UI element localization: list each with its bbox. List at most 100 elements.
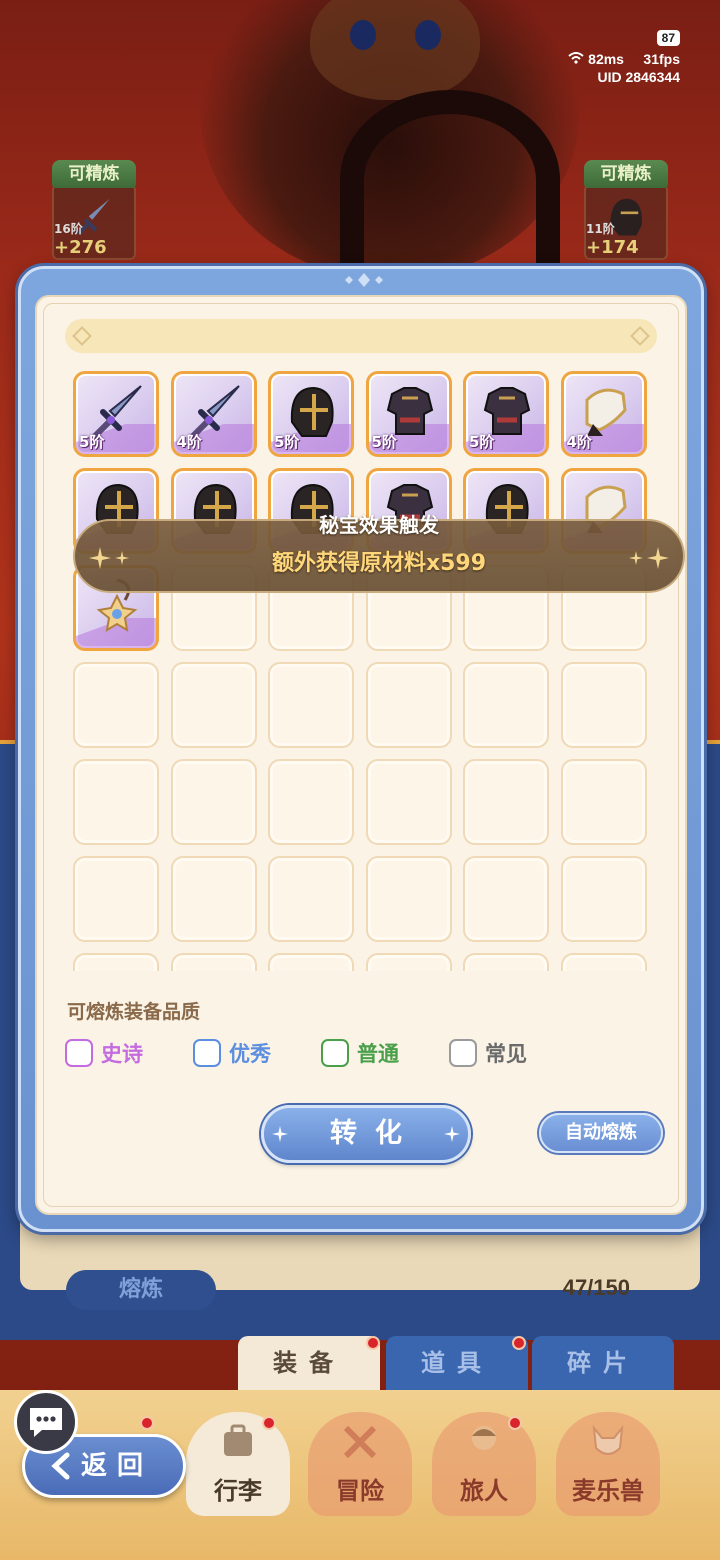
empty-slot[interactable] bbox=[463, 759, 549, 845]
notification-dot bbox=[508, 1416, 522, 1430]
sparkle-icon bbox=[647, 547, 669, 569]
empty-slot[interactable] bbox=[365, 856, 452, 942]
empty-slot[interactable] bbox=[560, 856, 647, 942]
back-label: 返回 bbox=[81, 1451, 154, 1481]
uid-label: UID bbox=[597, 69, 622, 85]
toast-message: 额外获得原材料x599 bbox=[271, 551, 487, 576]
empty-slot[interactable] bbox=[73, 856, 159, 942]
empty-slot[interactable] bbox=[365, 662, 452, 748]
sparkle-icon bbox=[444, 1126, 460, 1142]
sparkle-icon bbox=[629, 551, 643, 565]
notification-dot bbox=[262, 1416, 276, 1430]
nav-pets[interactable]: 麦乐兽 bbox=[556, 1412, 660, 1516]
empty-slot[interactable] bbox=[365, 953, 452, 971]
crossed-swords-icon bbox=[343, 1425, 377, 1459]
refine-card-helmet[interactable]: 可精炼 11阶 +174 bbox=[584, 160, 668, 260]
empty-slot[interactable] bbox=[170, 953, 257, 971]
item-tier: 5阶 bbox=[274, 433, 300, 451]
chat-button[interactable] bbox=[14, 1390, 78, 1454]
empty-slot[interactable] bbox=[268, 759, 354, 845]
item-tier: 5阶 bbox=[371, 433, 397, 451]
empty-slot[interactable] bbox=[73, 953, 159, 971]
empty-slot[interactable] bbox=[73, 759, 159, 845]
quality-checkbox-common[interactable]: 常见 bbox=[449, 1037, 527, 1069]
equipment-slot[interactable]: 5阶 bbox=[268, 371, 354, 457]
wifi-icon bbox=[568, 51, 588, 67]
empty-slot[interactable] bbox=[560, 759, 647, 845]
refine-tier: 11阶 bbox=[586, 222, 615, 236]
empty-slot[interactable] bbox=[268, 856, 354, 942]
empty-slot[interactable] bbox=[463, 953, 549, 971]
subtab-items[interactable]: 道具 bbox=[386, 1336, 528, 1390]
nav-travelers[interactable]: 旅人 bbox=[432, 1412, 536, 1516]
subtab-equipment[interactable]: 装备 bbox=[238, 1336, 380, 1390]
empty-slot[interactable] bbox=[268, 662, 354, 748]
notification-dot bbox=[140, 1416, 154, 1430]
quality-checkbox-epic[interactable]: 史诗 bbox=[65, 1037, 143, 1069]
uid-value: 2846344 bbox=[625, 69, 680, 85]
hero-portrait bbox=[200, 0, 580, 280]
item-tier: 5阶 bbox=[469, 433, 495, 451]
refine-tier: 16阶 bbox=[54, 222, 83, 236]
notification-dot bbox=[366, 1336, 380, 1350]
quality-label: 优秀 bbox=[229, 1042, 271, 1066]
empty-slot[interactable] bbox=[365, 759, 452, 845]
quality-label: 常见 bbox=[485, 1042, 527, 1066]
empty-slot[interactable] bbox=[73, 662, 159, 748]
back-arrow-icon bbox=[51, 1452, 70, 1480]
inventory-subtabs: 装备 道具 碎片 bbox=[238, 1336, 678, 1390]
auto-smelt-button[interactable]: 自动熔炼 bbox=[539, 1113, 663, 1153]
empty-slot[interactable] bbox=[463, 662, 549, 748]
character-icon bbox=[472, 1426, 496, 1450]
empty-slot[interactable] bbox=[170, 759, 257, 845]
quality-label: 普通 bbox=[357, 1042, 399, 1066]
quality-checkbox-excellent[interactable]: 优秀 bbox=[193, 1037, 271, 1069]
item-tier: 4阶 bbox=[566, 433, 592, 451]
refine-card-weapon[interactable]: 可精炼 16阶 +276 bbox=[52, 160, 136, 260]
quality-filter-title: 可熔炼装备品质 bbox=[67, 1001, 201, 1023]
diamond-ornament-icon bbox=[345, 273, 383, 287]
melt-tab-button[interactable]: 熔炼 bbox=[66, 1270, 216, 1310]
convert-button[interactable]: 转化 bbox=[261, 1105, 471, 1163]
dialog-header-bar bbox=[65, 319, 657, 353]
refine-plus: +174 bbox=[586, 237, 639, 258]
battery-indicator: 87 bbox=[656, 30, 680, 46]
checkbox[interactable] bbox=[449, 1039, 477, 1067]
item-tier: 4阶 bbox=[176, 433, 202, 451]
refine-plus: +276 bbox=[54, 237, 107, 258]
nav-label: 旅人 bbox=[460, 1477, 508, 1505]
empty-slot[interactable] bbox=[560, 662, 647, 748]
smelt-dialog: 5阶 4阶 5阶 5阶 5阶 4阶 秘宝效果触发 额外获得原材料x599 可熔炼装备品质 … bbox=[18, 266, 704, 1232]
equipment-slot[interactable]: 4阶 bbox=[560, 371, 647, 457]
notification-dot bbox=[512, 1336, 526, 1350]
equipment-slot[interactable]: 5阶 bbox=[73, 371, 159, 457]
chat-bubble-icon bbox=[30, 1408, 62, 1437]
luggage-icon bbox=[224, 1424, 252, 1456]
refine-tag: 可精炼 bbox=[52, 160, 136, 188]
equipment-slot[interactable]: 4阶 bbox=[170, 371, 257, 457]
empty-slot[interactable] bbox=[268, 953, 354, 971]
equipment-slot[interactable]: 5阶 bbox=[365, 371, 452, 457]
nav-label: 麦乐兽 bbox=[572, 1477, 644, 1505]
convert-label: 转化 bbox=[330, 1118, 420, 1149]
empty-slot[interactable] bbox=[170, 856, 257, 942]
pet-icon bbox=[592, 1424, 624, 1455]
checkbox[interactable] bbox=[321, 1039, 349, 1067]
checkbox[interactable] bbox=[65, 1039, 93, 1067]
fps-text: 31fps bbox=[643, 51, 680, 67]
subtab-fragments[interactable]: 碎片 bbox=[532, 1336, 674, 1390]
inventory-capacity: 47/150 bbox=[562, 1275, 630, 1300]
quality-checkbox-normal[interactable]: 普通 bbox=[321, 1037, 399, 1069]
empty-slot[interactable] bbox=[170, 662, 257, 748]
empty-slot[interactable] bbox=[463, 856, 549, 942]
nav-luggage[interactable]: 行李 bbox=[186, 1412, 290, 1516]
nav-label: 行李 bbox=[214, 1477, 262, 1505]
sparkle-icon bbox=[272, 1126, 288, 1142]
status-bar: 87 82ms 31fps UID 2846344 bbox=[568, 28, 680, 86]
equipment-slot[interactable]: 5阶 bbox=[463, 371, 549, 457]
empty-slot[interactable] bbox=[560, 953, 647, 971]
equipment-grid[interactable]: 5阶 4阶 5阶 5阶 5阶 4阶 bbox=[73, 371, 659, 971]
nav-adventure[interactable]: 冒险 bbox=[308, 1412, 412, 1516]
checkbox[interactable] bbox=[193, 1039, 221, 1067]
toast-title: 秘宝效果触发 bbox=[319, 513, 439, 537]
